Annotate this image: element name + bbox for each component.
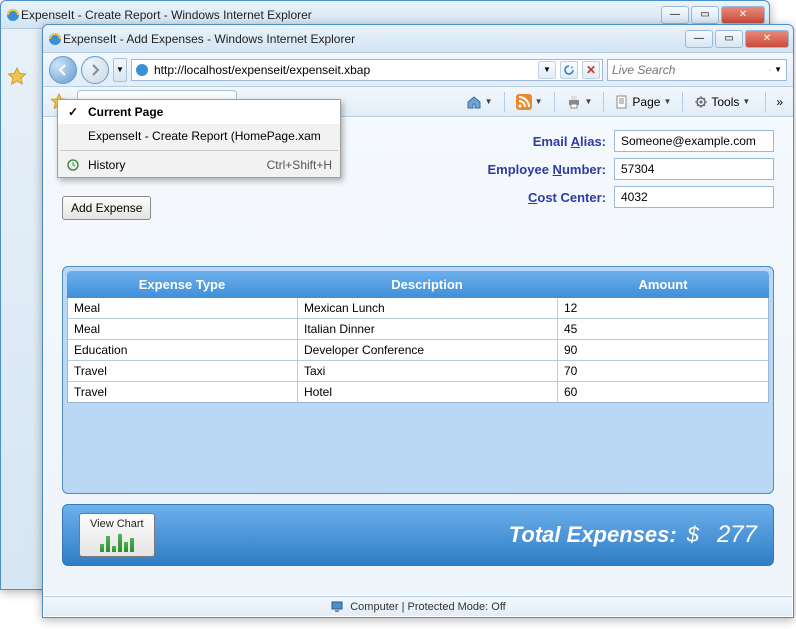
search-dropdown[interactable]: ▼ bbox=[774, 65, 782, 74]
search-box[interactable]: ▼ bbox=[607, 59, 787, 81]
search-input[interactable] bbox=[612, 63, 769, 77]
employee-number-input[interactable]: 57304 bbox=[614, 158, 774, 180]
history-item-create-report[interactable]: ExpenseIt - Create Report (HomePage.xam bbox=[58, 124, 340, 148]
minimize-button[interactable]: — bbox=[685, 30, 713, 48]
address-input[interactable] bbox=[154, 61, 534, 79]
close-button-back[interactable]: ✕ bbox=[721, 6, 765, 24]
total-amount: 277 bbox=[717, 521, 757, 549]
computer-icon bbox=[330, 600, 344, 614]
history-current-page[interactable]: ✓ Current Page bbox=[58, 100, 340, 124]
address-dropdown[interactable]: ▼ bbox=[538, 61, 556, 79]
table-body: Meal Mexican Lunch 12 Meal Italian Dinne… bbox=[67, 298, 769, 403]
favorites-star-back[interactable] bbox=[7, 67, 27, 87]
refresh-button[interactable] bbox=[560, 61, 578, 79]
table-row[interactable]: Travel Hotel 60 bbox=[68, 382, 768, 402]
col-amount: Amount bbox=[557, 271, 769, 298]
window-title: ExpenseIt - Add Expenses - Windows Inter… bbox=[63, 32, 685, 46]
currency-symbol: $ bbox=[687, 522, 699, 548]
print-button[interactable]: ▼ bbox=[561, 91, 598, 113]
col-expense-type: Expense Type bbox=[67, 271, 297, 298]
titlebar: ExpenseIt - Add Expenses - Windows Inter… bbox=[43, 25, 793, 53]
print-icon bbox=[566, 94, 582, 110]
nav-history-dropdown[interactable]: ▼ bbox=[113, 58, 127, 82]
page-icon bbox=[134, 62, 150, 78]
table-row[interactable]: Meal Mexican Lunch 12 bbox=[68, 298, 768, 319]
email-alias-label: Email Alias: bbox=[533, 134, 606, 149]
table-row[interactable]: Travel Taxi 70 bbox=[68, 361, 768, 382]
window-title-back: ExpenseIt - Create Report - Windows Inte… bbox=[21, 8, 661, 22]
page-content: Email Alias: Someone@example.com Employe… bbox=[44, 118, 792, 595]
history-icon bbox=[66, 159, 80, 171]
home-icon bbox=[466, 94, 482, 110]
page-menu[interactable]: Page ▼ bbox=[610, 91, 676, 113]
view-chart-button[interactable]: View Chart bbox=[79, 513, 155, 557]
chevron-more[interactable]: » bbox=[776, 95, 783, 109]
tools-menu[interactable]: Tools ▼ bbox=[689, 91, 755, 113]
forward-button[interactable] bbox=[81, 56, 109, 84]
status-text: Computer | Protected Mode: Off bbox=[350, 601, 506, 613]
search-icon[interactable] bbox=[769, 63, 771, 77]
table-row[interactable]: Education Developer Conference 90 bbox=[68, 340, 768, 361]
totals-panel: View Chart Total Expenses: $ 277 bbox=[62, 504, 774, 566]
home-button[interactable]: ▼ bbox=[461, 91, 498, 113]
feeds-button[interactable]: ▼ bbox=[511, 91, 548, 113]
stop-button[interactable]: ✕ bbox=[582, 61, 600, 79]
gear-icon bbox=[694, 95, 708, 109]
ie-icon bbox=[5, 7, 21, 23]
main-window: ExpenseIt - Add Expenses - Windows Inter… bbox=[42, 24, 794, 618]
rss-icon bbox=[516, 94, 532, 110]
maximize-button[interactable]: ▭ bbox=[715, 30, 743, 48]
email-alias-input[interactable]: Someone@example.com bbox=[614, 130, 774, 152]
address-bar[interactable]: ▼ ✕ bbox=[131, 59, 603, 81]
employee-number-label: Employee Number: bbox=[488, 162, 606, 177]
expenses-table-panel: Expense Type Description Amount Meal Mex… bbox=[62, 266, 774, 494]
table-header: Expense Type Description Amount bbox=[67, 271, 769, 298]
navigation-bar: ▼ ▼ ✕ ▼ bbox=[43, 53, 793, 87]
history-dropdown: ✓ Current Page ExpenseIt - Create Report… bbox=[57, 99, 341, 178]
cost-center-label: Cost Center: bbox=[528, 190, 606, 205]
back-button[interactable] bbox=[49, 56, 77, 84]
ie-icon bbox=[47, 31, 63, 47]
status-bar: Computer | Protected Mode: Off bbox=[44, 596, 792, 616]
check-icon: ✓ bbox=[66, 105, 80, 119]
close-button[interactable]: ✕ bbox=[745, 30, 789, 48]
history-menu-item[interactable]: History Ctrl+Shift+H bbox=[58, 153, 340, 177]
total-expenses-label: Total Expenses: bbox=[155, 522, 677, 548]
bar-chart-icon bbox=[100, 532, 134, 552]
add-expense-button[interactable]: Add Expense bbox=[62, 196, 151, 220]
minimize-button-back[interactable]: — bbox=[661, 6, 689, 24]
table-row[interactable]: Meal Italian Dinner 45 bbox=[68, 319, 768, 340]
maximize-button-back[interactable]: ▭ bbox=[691, 6, 719, 24]
page-icon bbox=[615, 95, 629, 109]
col-description: Description bbox=[297, 271, 557, 298]
cost-center-input[interactable]: 4032 bbox=[614, 186, 774, 208]
